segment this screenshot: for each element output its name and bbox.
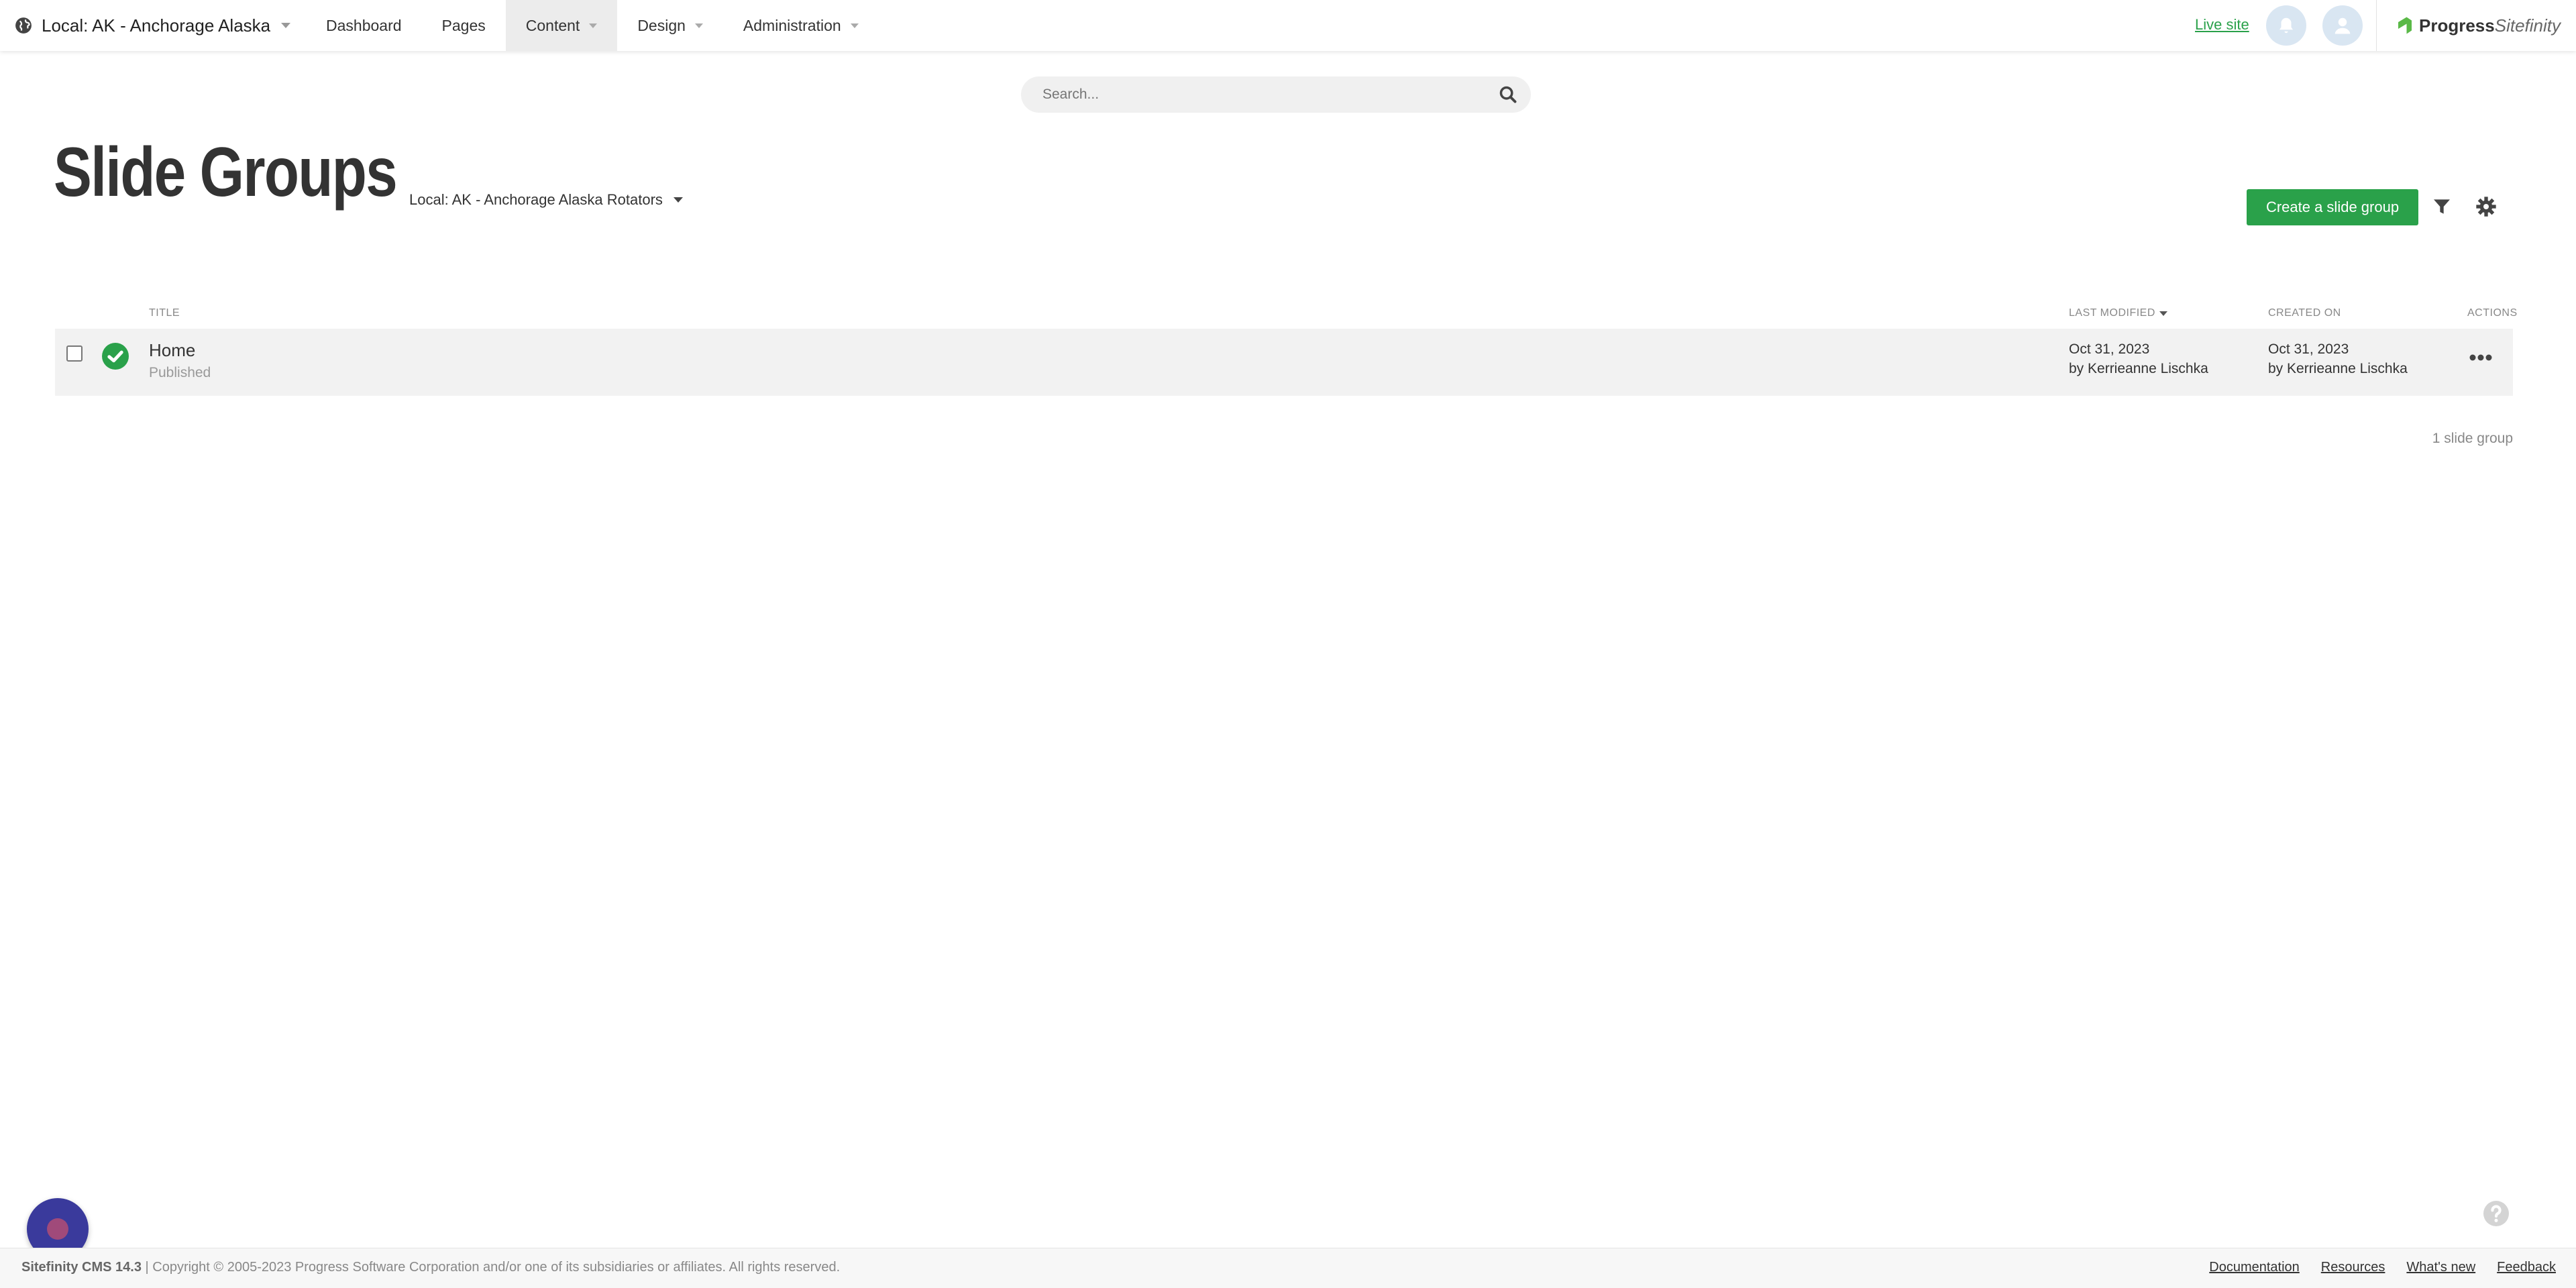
globe-icon [15,17,32,34]
nav-administration-label: Administration [743,16,841,34]
nav-design[interactable]: Design [617,0,723,51]
gear-icon[interactable] [2475,196,2497,217]
column-header-title[interactable]: TITLE [149,307,180,319]
progress-sitefinity-logo: Progress Sitefinity [2395,11,2561,40]
notifications-button[interactable] [2266,5,2306,46]
created-date: Oct 31, 2023 [2268,341,2349,357]
footer-links: Documentation Resources What's new Feedb… [2188,1260,2556,1275]
site-selector[interactable]: Local: AK - Anchorage Alaska [15,0,291,51]
chevron-down-icon [694,23,703,28]
sort-desc-icon [2159,311,2167,316]
nav-content-label: Content [525,16,580,34]
published-check-icon [102,343,129,370]
column-header-last-modified-label: LAST MODIFIED [2069,307,2155,319]
nav-pages[interactable]: Pages [422,0,506,51]
row-last-modified: Oct 31, 2023 by Kerrieanne Lischka [2069,339,2208,378]
search-icon[interactable] [1499,85,1517,104]
site-name: Local: AK - Anchorage Alaska [42,15,271,36]
footer: Sitefinity CMS 14.3 | Copyright © 2005-2… [0,1248,2576,1288]
nav-administration[interactable]: Administration [723,0,879,51]
brand-product: Sitefinity [2494,15,2561,36]
chevron-down-icon [673,197,683,203]
more-actions-icon[interactable] [2467,353,2494,362]
footer-link-resources[interactable]: Resources [2321,1260,2385,1275]
footer-link-feedback[interactable]: Feedback [2497,1260,2556,1275]
live-site-link[interactable]: Live site [2195,16,2249,34]
nav-content[interactable]: Content [505,0,618,51]
brand-name: Progress [2419,15,2495,36]
nav-pages-label: Pages [441,16,486,34]
provider-label: Local: AK - Anchorage Alaska Rotators [409,191,663,208]
footer-link-documentation[interactable]: Documentation [2209,1260,2300,1275]
footer-link-whats-new[interactable]: What's new [2406,1260,2475,1275]
nav-design-label: Design [637,16,686,34]
modified-date: Oct 31, 2023 [2069,341,2150,357]
user-profile-button[interactable] [2322,5,2363,46]
page-title: Slide Groups [54,133,398,211]
row-title-link[interactable]: Home [149,340,195,361]
footer-copyright: Sitefinity CMS 14.3 | Copyright © 2005-2… [21,1260,840,1275]
search-box [1021,76,1531,113]
progress-logo-icon [2398,17,2412,34]
row-checkbox[interactable] [66,345,83,362]
top-navigation-bar: Local: AK - Anchorage Alaska Dashboard P… [0,0,2576,51]
modified-by: by Kerrieanne Lischka [2069,361,2208,376]
row-status: Published [149,365,211,380]
item-count: 1 slide group [2432,431,2513,446]
nav-dashboard[interactable]: Dashboard [306,0,422,51]
row-created-on: Oct 31, 2023 by Kerrieanne Lischka [2268,339,2408,378]
created-by: by Kerrieanne Lischka [2268,361,2408,376]
assistant-icon [47,1218,68,1240]
table-row[interactable]: Home Published Oct 31, 2023 by Kerrieann… [55,329,2513,396]
user-icon [2334,17,2351,34]
footer-product: Sitefinity CMS 14.3 [21,1260,142,1275]
bell-icon [2279,17,2293,34]
provider-selector[interactable]: Local: AK - Anchorage Alaska Rotators [409,191,683,209]
help-icon[interactable] [2483,1201,2509,1226]
column-header-actions: ACTIONS [2467,307,2518,319]
chevron-down-icon [850,23,859,28]
chevron-down-icon [589,23,598,28]
create-slide-group-button[interactable]: Create a slide group [2247,189,2418,225]
main-menu: Dashboard Pages Content Design Administr… [306,0,879,51]
footer-copyright-text: | Copyright © 2005-2023 Progress Softwar… [145,1260,841,1275]
divider [2376,0,2377,51]
column-header-last-modified[interactable]: LAST MODIFIED [2069,307,2167,319]
filter-icon[interactable] [2431,196,2453,217]
nav-dashboard-label: Dashboard [326,16,402,34]
chevron-down-icon [281,23,291,28]
column-header-created-on[interactable]: CREATED ON [2268,307,2341,319]
search-input[interactable] [1021,76,1485,113]
